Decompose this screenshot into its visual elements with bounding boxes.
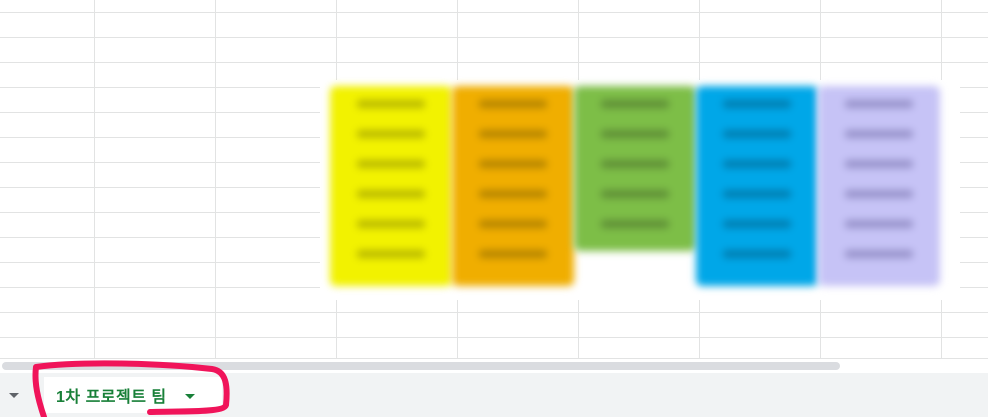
blurred-text-line [600, 100, 670, 108]
sheet-tab-label: 1차 프로젝트 팀 [56, 389, 167, 406]
row-gridline [0, 37, 988, 38]
blurred-text-line [478, 220, 548, 228]
blurred-text-line [844, 220, 914, 228]
blurred-color-band [452, 86, 574, 286]
blurred-text-line [722, 250, 792, 258]
blurred-text-line [844, 130, 914, 138]
blurred-text-line [722, 160, 792, 168]
row-gridline [0, 312, 988, 313]
blurred-text-line [356, 130, 426, 138]
blurred-text-line [478, 160, 548, 168]
blurred-text-line [356, 100, 426, 108]
blurred-text-line [600, 160, 670, 168]
column-gridline [94, 0, 95, 358]
blurred-text-line [844, 190, 914, 198]
blurred-text-line [356, 190, 426, 198]
blurred-image [320, 80, 960, 300]
blurred-text-line [478, 130, 548, 138]
blurred-text-line [356, 250, 426, 258]
blurred-text-line [356, 220, 426, 228]
sheet-tab[interactable]: 1차 프로젝트 팀 [44, 377, 222, 413]
caret-down-icon [9, 393, 19, 398]
blurred-text-line [356, 160, 426, 168]
blurred-text-line [844, 160, 914, 168]
all-sheets-button[interactable] [4, 385, 24, 405]
blurred-color-band [696, 86, 818, 286]
blurred-text-line [600, 220, 670, 228]
blurred-color-band [330, 86, 452, 286]
column-gridline [215, 0, 216, 358]
row-gridline [0, 62, 988, 63]
blurred-text-line [722, 130, 792, 138]
scrollbar-thumb[interactable] [2, 362, 840, 370]
sheet-tab-menu-icon[interactable] [184, 393, 195, 399]
row-gridline [0, 12, 988, 13]
row-gridline [0, 337, 988, 338]
horizontal-scrollbar[interactable] [0, 358, 988, 373]
sheet-tab-bar: 1차 프로젝트 팀 [0, 373, 988, 417]
blurred-text-line [844, 250, 914, 258]
blurred-text-line [600, 190, 670, 198]
blurred-text-line [478, 100, 548, 108]
blurred-color-band [818, 86, 940, 286]
blurred-text-line [478, 250, 548, 258]
blurred-text-line [722, 220, 792, 228]
blurred-text-line [478, 190, 548, 198]
blurred-text-line [600, 130, 670, 138]
blurred-text-line [722, 190, 792, 198]
blurred-text-line [722, 100, 792, 108]
blurred-text-line [844, 100, 914, 108]
blurred-color-band [574, 86, 696, 251]
